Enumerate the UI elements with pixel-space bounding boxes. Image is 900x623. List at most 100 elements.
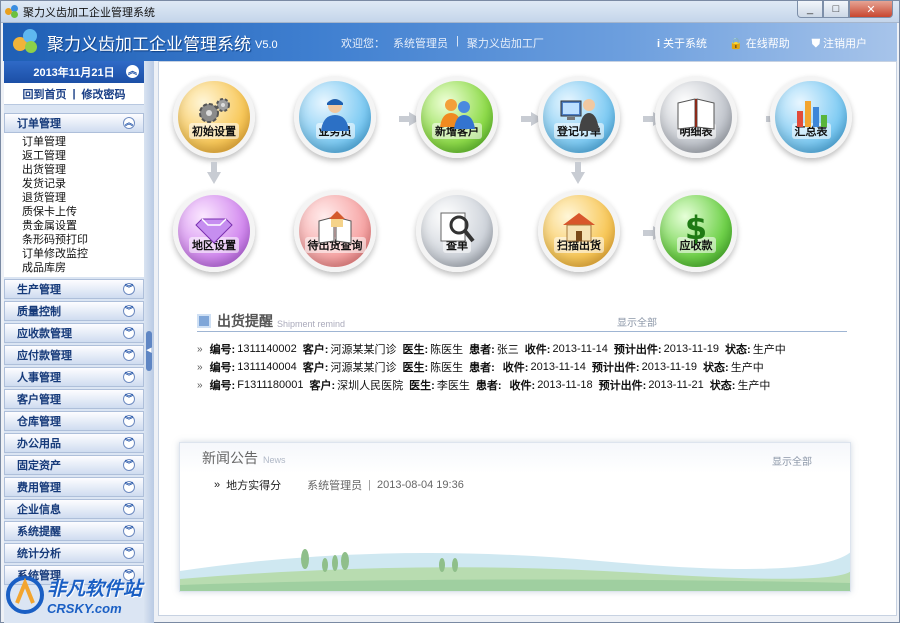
order-no: F1311180001 bbox=[237, 379, 304, 391]
sidebar-subitem[interactable]: 退货管理 bbox=[22, 191, 144, 205]
sidebar-group-header[interactable]: 企业信息 ︾ bbox=[4, 499, 144, 519]
sidebar-subitem[interactable]: 出货管理 bbox=[22, 163, 144, 177]
logout-link[interactable]: ⛊ 注销用户 bbox=[812, 35, 867, 51]
flow-detail-report[interactable]: 明细表 bbox=[655, 76, 737, 158]
group-label: 生产管理 bbox=[17, 284, 61, 296]
app-icon bbox=[5, 4, 19, 19]
flow-register-order[interactable]: 登记订单 bbox=[538, 76, 620, 158]
due-date: 2013-11-21 bbox=[648, 379, 704, 391]
help-link[interactable]: 🔒 在线帮助 bbox=[729, 35, 790, 51]
collapse-sidebar-icon[interactable]: ◀ bbox=[146, 331, 152, 371]
expand-icon: ︾ bbox=[123, 283, 135, 295]
sidebar-group: 客户管理 ︾ bbox=[4, 389, 144, 409]
sidebar-subitem[interactable]: 订单修改监控 bbox=[22, 247, 144, 261]
bullet-icon: » bbox=[214, 479, 221, 491]
flow-receivables[interactable]: $ 应收款 bbox=[655, 190, 737, 272]
arrow-down-icon bbox=[207, 162, 221, 184]
flow-region-settings[interactable]: 地区设置 bbox=[173, 190, 255, 272]
sidebar-group-header[interactable]: 人事管理 ︾ bbox=[4, 367, 144, 387]
sidebar-group: 质量控制 ︾ bbox=[4, 301, 144, 321]
sidebar-subitem[interactable]: 条形码预打印 bbox=[22, 233, 144, 247]
shipment-row[interactable]: » 编号: 1311140002 客户: 河源某某门诊 医生: 陈医生 患者: 张三 收件: 201… bbox=[197, 340, 847, 358]
status-value: 生产中 bbox=[752, 344, 786, 356]
expand-icon: ︾ bbox=[123, 503, 135, 515]
status-value: 生产中 bbox=[737, 380, 771, 392]
label-recv: 收件: bbox=[524, 344, 551, 356]
sidebar-group-header[interactable]: 应收款管理 ︾ bbox=[4, 323, 144, 343]
shipment-show-all[interactable]: 显示全部 bbox=[617, 314, 657, 329]
doctor-name: 李医生 bbox=[436, 380, 470, 392]
expand-icon: ︾ bbox=[123, 327, 135, 339]
sidebar-group-header[interactable]: 办公用品 ︾ bbox=[4, 433, 144, 453]
news-item-title[interactable]: 地方实得分 bbox=[226, 477, 281, 493]
sidebar-splitter[interactable]: ◀ bbox=[144, 61, 154, 623]
system-name: 聚力义齿加工企业管理系统 bbox=[47, 34, 251, 54]
welcome-separator: | bbox=[456, 35, 459, 47]
sidebar-subitem[interactable]: 贵金属设置 bbox=[22, 219, 144, 233]
order-no: 1311140002 bbox=[237, 343, 297, 355]
sidebar-group-header[interactable]: 应付款管理 ︾ bbox=[4, 345, 144, 365]
sidebar-group-header[interactable]: 费用管理 ︾ bbox=[4, 477, 144, 497]
users-icon bbox=[440, 99, 475, 129]
flow-summary-report[interactable]: 汇总表 bbox=[770, 76, 852, 158]
shipment-row[interactable]: » 编号: F1311180001 客户: 深圳人民医院 医生: 李医生 患者: 收件: 2013… bbox=[197, 376, 847, 394]
sidebar-group-header[interactable]: 仓库管理 ︾ bbox=[4, 411, 144, 431]
sidebar-group-header[interactable]: 系统提醒 ︾ bbox=[4, 521, 144, 541]
book-house-icon bbox=[318, 211, 352, 244]
recv-date: 2013-11-18 bbox=[537, 379, 593, 391]
sidebar-group: 系统提醒 ︾ bbox=[4, 521, 144, 541]
maximize-button[interactable]: □ bbox=[823, 1, 849, 18]
flow-order-lookup[interactable]: 查单 bbox=[416, 190, 498, 272]
flow-initial-settings[interactable]: 初始设置 bbox=[173, 76, 255, 158]
flow-pending-shipment-query[interactable]: 待出货查询 bbox=[294, 190, 376, 272]
sidebar-group-header[interactable]: 客户管理 ︾ bbox=[4, 389, 144, 409]
news-item[interactable]: » 地方实得分 系统管理员 | 2013-08-04 19:36 bbox=[214, 477, 464, 493]
bullet-icon: » bbox=[197, 343, 203, 355]
bar-chart-icon bbox=[797, 101, 827, 127]
sidebar-groups: 生产管理 ︾ 质量控制 ︾ 应收款管理 ︾ 应付款管理 ︾ 人事管理 ︾ 客户管理 ︾ 仓库管理 ︾ 办公用… bbox=[4, 279, 144, 585]
sidebar-group-header[interactable]: 固定资产 ︾ bbox=[4, 455, 144, 475]
flow-salesperson[interactable]: 业务员 bbox=[294, 76, 376, 158]
gem-icon bbox=[195, 218, 233, 244]
sidebar-subitem[interactable]: 发货记录 bbox=[22, 177, 144, 191]
sidebar-group-header[interactable]: 统计分析 ︾ bbox=[4, 543, 144, 563]
sidebar-submenu: 订单管理 返工管理 出货管理 发货记录 退货管理 质保卡上传 贵金属设置 条形码预打印 订单修改… bbox=[4, 133, 144, 277]
close-button[interactable]: ✕ bbox=[849, 1, 893, 18]
chevron-up-icon[interactable]: ︽ bbox=[126, 65, 139, 78]
flow-new-customer[interactable]: 新增客户 bbox=[416, 76, 498, 158]
about-link[interactable]: i 关于系统 bbox=[657, 35, 707, 51]
sidebar-subitem[interactable]: 成品库房 bbox=[22, 261, 144, 275]
sidebar-group: 统计分析 ︾ bbox=[4, 543, 144, 563]
change-password-link[interactable]: 修改密码 bbox=[82, 86, 126, 102]
landscape-decoration bbox=[180, 549, 850, 591]
home-link[interactable]: 回到首页 bbox=[22, 86, 66, 102]
bullet-icon: » bbox=[197, 379, 203, 391]
sidebar-group-header[interactable]: 生产管理 ︾ bbox=[4, 279, 144, 299]
minimize-button[interactable]: _ bbox=[797, 1, 823, 18]
sidebar: 2013年11月21日 ︽ 回到首页 | 修改密码 订单管理 ︽ 订单管理 返工管… bbox=[4, 61, 144, 623]
current-user: 系统管理员 bbox=[393, 38, 448, 50]
news-show-all[interactable]: 显示全部 bbox=[772, 453, 812, 468]
sidebar-group-header[interactable]: 质量控制 ︾ bbox=[4, 301, 144, 321]
watermark-line1: 非凡软件站 bbox=[47, 579, 143, 600]
sidebar-subitem[interactable]: 质保卡上传 bbox=[22, 205, 144, 219]
label-client: 客户: bbox=[302, 344, 329, 356]
svg-text:$: $ bbox=[685, 209, 707, 245]
sidebar-subitem[interactable]: 订单管理 bbox=[22, 135, 144, 149]
label-no: 编号: bbox=[209, 362, 236, 374]
recv-date: 2013-11-14 bbox=[552, 343, 608, 355]
expand-icon: ︾ bbox=[123, 481, 135, 493]
shipment-row[interactable]: » 编号: 1311140004 客户: 河源某某门诊 医生: 陈医生 患者: 收件: 2013-… bbox=[197, 358, 847, 376]
expand-icon: ︾ bbox=[123, 305, 135, 317]
sidebar-group: 人事管理 ︾ bbox=[4, 367, 144, 387]
shipment-subtitle: Shipment remind bbox=[277, 319, 346, 329]
patient-name: 张三 bbox=[496, 344, 519, 356]
sidebar-group-header[interactable]: 订单管理 ︽ bbox=[4, 113, 144, 133]
group-label: 固定资产 bbox=[17, 460, 61, 472]
sidebar-group: 办公用品 ︾ bbox=[4, 433, 144, 453]
client-name: 深圳人民医院 bbox=[337, 380, 404, 392]
flow-scan-ship[interactable]: 扫描出货 bbox=[538, 190, 620, 272]
sidebar-subitem[interactable]: 返工管理 bbox=[22, 149, 144, 163]
client-name: 河源某某门诊 bbox=[330, 362, 397, 374]
sidebar-group: 固定资产 ︾ bbox=[4, 455, 144, 475]
